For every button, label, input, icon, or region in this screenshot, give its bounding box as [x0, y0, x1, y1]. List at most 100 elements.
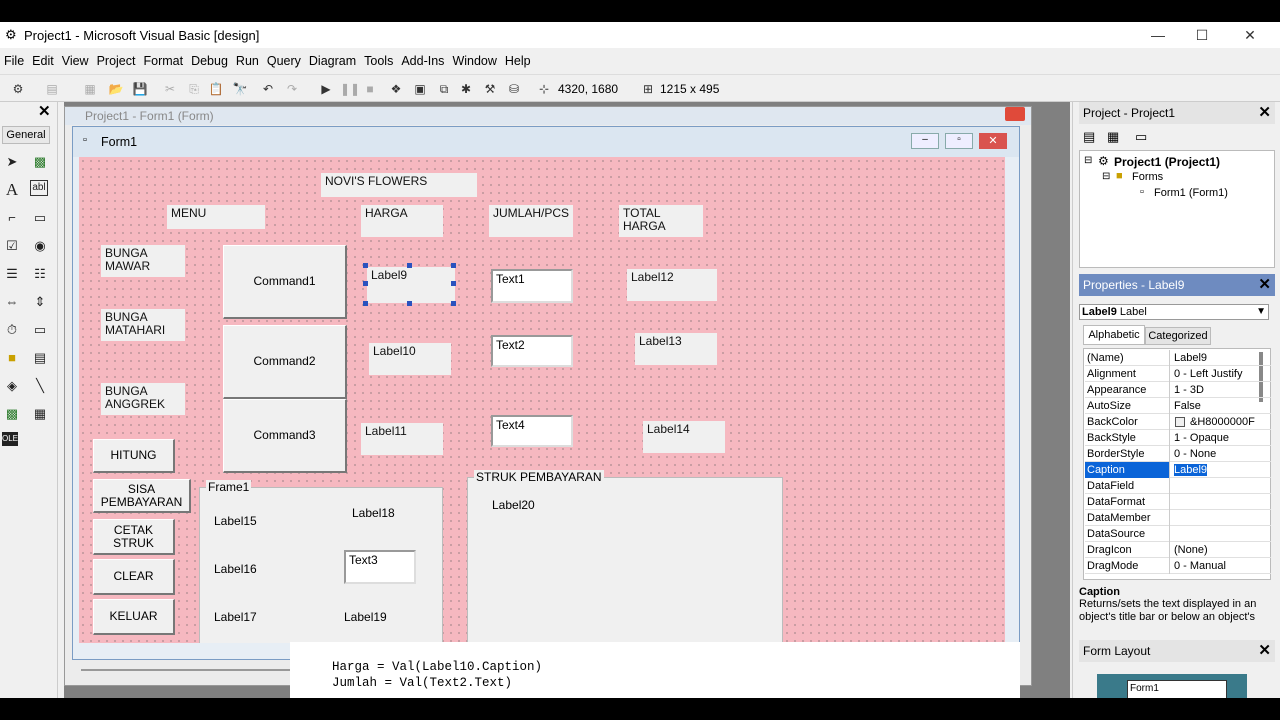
undo-icon[interactable]: ↶ [260, 81, 276, 97]
prop-value[interactable]: 0 - Manual [1172, 558, 1270, 574]
selection-handle[interactable] [451, 281, 456, 286]
menu-debug[interactable]: Debug [191, 54, 228, 68]
selection-handle[interactable] [407, 301, 412, 306]
prop-value[interactable]: 0 - Left Justify [1172, 366, 1270, 382]
textbox-tool-icon[interactable]: abl [30, 180, 48, 196]
menu-window[interactable]: Window [452, 54, 496, 68]
prop-row[interactable]: (Name) Label9 [1085, 350, 1271, 366]
toolbox-icon[interactable]: ⚒ [482, 81, 498, 97]
text3-input[interactable]: Text3 [344, 550, 416, 584]
filelistbox-tool-icon[interactable]: ▤ [30, 348, 50, 368]
label19[interactable]: Label19 [344, 610, 387, 624]
form-layout-form1[interactable]: Form1 [1127, 680, 1227, 698]
toolbox-tab-general[interactable]: General [2, 126, 50, 144]
vscrollbar-tool-icon[interactable]: ⇕ [30, 292, 50, 312]
menu-project[interactable]: Project [97, 54, 136, 68]
struk-frame[interactable]: STRUK PEMBAYARAN Label20 [467, 470, 783, 643]
copy-icon[interactable]: ⎘ [186, 81, 202, 97]
label-tool-icon[interactable]: A [2, 180, 22, 200]
collapse-icon[interactable]: ⊟ [1084, 155, 1092, 166]
project-explorer-icon[interactable]: ❖ [388, 81, 404, 97]
command1-button[interactable]: Command1 [223, 245, 347, 319]
menu-run[interactable]: Run [236, 54, 259, 68]
selection-handle[interactable] [363, 263, 368, 268]
label20[interactable]: Label20 [492, 498, 535, 512]
label11[interactable]: Label11 [361, 423, 443, 455]
close-window-button[interactable]: ✕ [1240, 25, 1260, 45]
hitung-button[interactable]: HITUNG [93, 439, 175, 473]
label-shop-name[interactable]: NOVI'S FLOWERS [321, 173, 477, 197]
command2-button[interactable]: Command2 [223, 325, 347, 399]
prop-row[interactable]: AutoSize False [1085, 398, 1271, 414]
label17[interactable]: Label17 [214, 610, 257, 624]
image-tool-icon[interactable]: ▩ [2, 404, 22, 424]
frame-tool-icon[interactable]: ⌐ [2, 208, 22, 228]
menu-help[interactable]: Help [505, 54, 531, 68]
prop-value[interactable]: 1 - Opaque [1172, 430, 1270, 446]
prop-row[interactable]: BackStyle 1 - Opaque [1085, 430, 1271, 446]
tree-form1[interactable]: Form1 (Form1) [1154, 187, 1228, 199]
timer-tool-icon[interactable]: ⏱ [2, 320, 22, 340]
shape-tool-icon[interactable]: ◈ [2, 376, 22, 396]
start-icon[interactable]: ▶ [318, 81, 334, 97]
form-layout-icon[interactable]: ⧉ [436, 81, 452, 97]
prop-value[interactable]: Label9 [1172, 350, 1270, 366]
prop-row[interactable]: DataField [1085, 478, 1271, 494]
save-icon[interactable]: 💾 [132, 81, 148, 97]
command3-button[interactable]: Command3 [223, 399, 347, 473]
clear-button[interactable]: CLEAR [93, 559, 175, 595]
end-icon[interactable]: ■ [362, 81, 378, 97]
pointer-tool-icon[interactable]: ➤ [2, 152, 22, 172]
form-close-button[interactable]: ✕ [979, 133, 1007, 149]
frame1[interactable]: Frame1 Label15 Label16 Label17 Label18 T… [199, 480, 443, 643]
text2-input[interactable]: Text2 [491, 335, 573, 367]
ole-tool-icon[interactable]: OLE [2, 432, 18, 446]
dirlistbox-tool-icon[interactable]: ■ [2, 348, 22, 368]
object-selector-dropdown[interactable]: Label9 Label ▼ [1079, 304, 1269, 320]
menu-diagram[interactable]: Diagram [309, 54, 356, 68]
commandbutton-tool-icon[interactable]: ▭ [30, 208, 50, 228]
menu-tools[interactable]: Tools [364, 54, 393, 68]
menu-edit[interactable]: Edit [32, 54, 54, 68]
toggle-folders-icon[interactable]: ▭ [1135, 129, 1147, 145]
form-maximize-button[interactable]: ▫ [945, 133, 973, 149]
tree-project-root[interactable]: Project1 (Project1) [1114, 155, 1220, 169]
properties-close-icon[interactable]: ✕ [1258, 276, 1271, 294]
object-browser-icon[interactable]: ✱ [458, 81, 474, 97]
selection-handle[interactable] [451, 301, 456, 306]
tree-forms-folder[interactable]: Forms [1132, 171, 1163, 183]
find-icon[interactable]: 🔭 [232, 81, 248, 97]
menu-query[interactable]: Query [267, 54, 301, 68]
prop-row[interactable]: Alignment 0 - Left Justify [1085, 366, 1271, 382]
open-icon[interactable]: 📂 [108, 81, 124, 97]
optionbutton-tool-icon[interactable]: ◉ [30, 236, 50, 256]
prop-row[interactable]: DragMode 0 - Manual [1085, 558, 1271, 574]
menu-file[interactable]: File [4, 54, 24, 68]
collapse-icon[interactable]: ⊟ [1102, 171, 1110, 182]
prop-value[interactable]: (None) [1172, 542, 1270, 558]
label-bunga-anggrek[interactable]: BUNGA ANGGREK [101, 383, 185, 415]
form-minimize-button[interactable]: – [911, 133, 939, 149]
label-bunga-matahari[interactable]: BUNGA MATAHARI [101, 309, 185, 341]
checkbox-tool-icon[interactable]: ☑ [2, 236, 22, 256]
prop-row[interactable]: Appearance 1 - 3D [1085, 382, 1271, 398]
selection-handle[interactable] [363, 281, 368, 286]
prop-value[interactable]: False [1172, 398, 1270, 414]
toolbox-close-icon[interactable]: ✕ [38, 102, 51, 120]
text1-input[interactable]: Text1 [491, 269, 573, 303]
cut-icon[interactable]: ✂ [162, 81, 178, 97]
selection-handle[interactable] [407, 263, 412, 268]
label13[interactable]: Label13 [635, 333, 717, 365]
label-jumlah[interactable]: JUMLAH/PCS [489, 205, 573, 237]
selection-handle[interactable] [451, 263, 456, 268]
prop-value[interactable]: &H8000000F [1172, 414, 1270, 430]
cetak-struk-button[interactable]: CETAK STRUK [93, 519, 175, 555]
prop-row[interactable]: DataFormat [1085, 494, 1271, 510]
view-object-icon[interactable]: ▦ [1107, 129, 1119, 145]
data-view-icon[interactable]: ⛁ [506, 81, 522, 97]
keluar-button[interactable]: KELUAR [93, 599, 175, 635]
prop-row-selected[interactable]: Caption Label9 [1085, 462, 1271, 478]
label10[interactable]: Label10 [369, 343, 451, 375]
label-menu[interactable]: MENU [167, 205, 265, 229]
prop-row[interactable]: BackColor &H8000000F [1085, 414, 1271, 430]
